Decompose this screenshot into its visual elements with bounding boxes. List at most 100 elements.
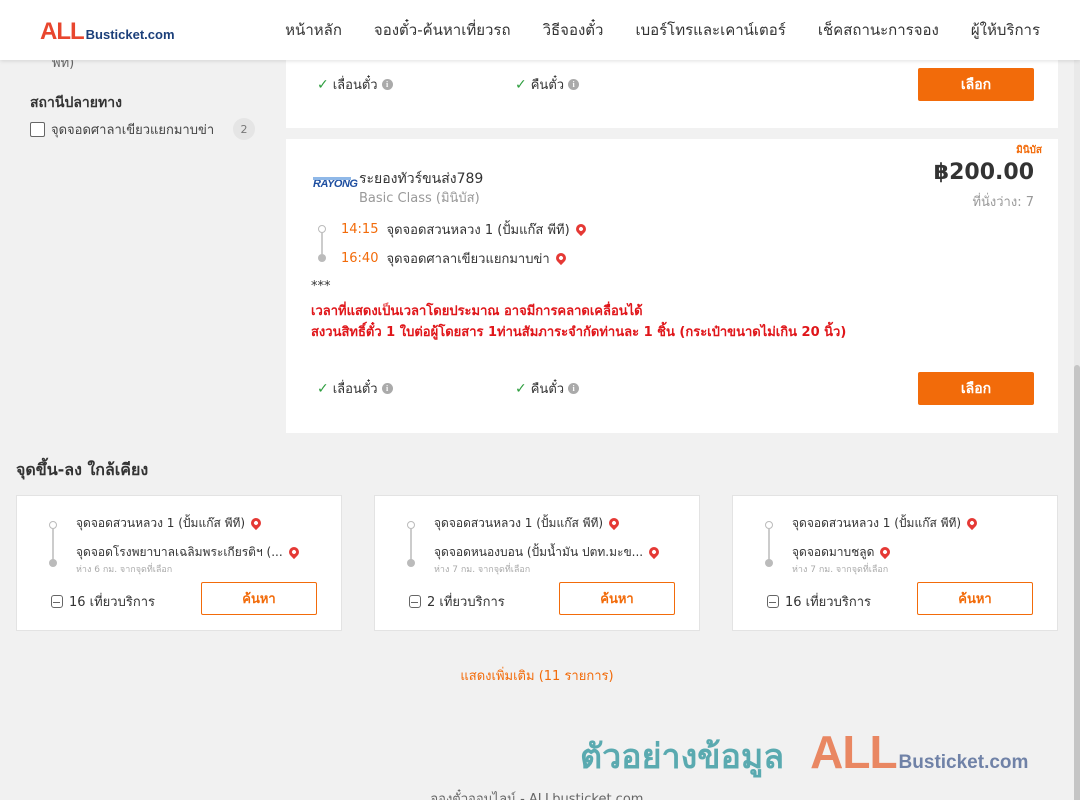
nearby-to-name: จุดจอดหนองบอน (ปั้มน้ำมัน ปตท.มะข... [434,545,644,559]
footer-text: จองตั๋วออนไลน์ - ALLbusticket.com [430,792,644,800]
note-stars: *** [311,279,331,294]
timeline-end-dot [49,559,57,567]
departure-stop-name: จุดจอดสวนหลวง 1 (ปั้มแก๊ส พีที) [386,223,570,238]
route-timeline [49,519,57,567]
feature-label: เลื่อนตั๋ว [332,78,378,93]
feature-change-ticket: ✓ เลื่อนตั๋ว i [317,378,393,399]
nearby-to: จุดจอดโรงพยาบาลเฉลิมพระเกียรติฯ (... [76,543,301,562]
timeline-start-dot [318,225,326,233]
info-icon[interactable]: i [568,383,580,394]
nearby-from: จุดจอดสวนหลวง 1 (ปั้มแก๊ส พีที) [76,514,264,533]
check-icon: ✓ [317,76,329,93]
check-icon: ✓ [317,380,329,397]
nearby-search-button[interactable]: ค้นหา [559,582,675,615]
timeline-line [52,529,54,561]
feature-refund-ticket: ✓ คืนตั๋ว i [515,378,580,399]
timeline-end-dot [765,559,773,567]
watermark-all-text: ALL [810,726,897,778]
watermark-sample-text: ตัวอย่างข้อมูล [580,737,785,777]
info-icon[interactable]: i [568,79,580,90]
nearby-card: จุดจอดสวนหลวง 1 (ปั้มแก๊ส พีที) จุดจอดโร… [16,495,342,631]
nearby-from: จุดจอดสวนหลวง 1 (ปั้มแก๊ส พีที) [434,514,622,533]
timeline-start-dot [407,521,415,529]
nearby-from-name: จุดจอดสวนหลวง 1 (ปั้มแก๊ส พีที) [792,516,962,530]
nearby-to: จุดจอดมาบชลูด [792,543,893,562]
page-scrollbar[interactable] [1074,60,1080,800]
site-logo[interactable]: ALL Busticket.com [40,18,175,46]
bus-class: Basic Class (มินิบัส) [359,191,480,206]
nav-contact-counter[interactable]: เบอร์โทรและเคาน์เตอร์ [635,18,785,42]
timeline-end-dot [318,254,326,262]
feature-change-ticket: ✓ เลื่อนตั๋ว i [317,74,393,95]
select-trip-button[interactable]: เลือก [918,372,1034,405]
bus-icon [409,595,421,608]
timeline-line [410,529,412,561]
nearby-trips-count: 2 เที่ยวบริการ [427,595,505,610]
destination-filter-option[interactable]: จุดจอดศาลาเขียวแยกมาบข่า 2 [30,118,255,140]
operator-logo: RAYONG [313,177,358,191]
timeline-start-dot [765,521,773,529]
nearby-from: จุดจอดสวนหลวง 1 (ปั้มแก๊ส พีที) [792,514,980,533]
scrollbar-thumb[interactable] [1074,365,1080,800]
nav-how-to-book[interactable]: วิธีจองตั๋ว [543,18,604,42]
bus-icon [767,595,779,608]
arrival-time: 16:40 [341,251,379,266]
check-icon: ✓ [515,76,527,93]
nearby-distance: ห่าง 7 กม. จากจุดที่เลือก [792,565,889,575]
operator-logo-bar [313,177,351,180]
nearby-search-button[interactable]: ค้นหา [201,582,317,615]
nearby-card: จุดจอดสวนหลวง 1 (ปั้มแก๊ส พีที) จุดจอดหน… [374,495,700,631]
arrival-stop-name: จุดจอดศาลาเขียวแยกมาบข่า [386,252,550,267]
nav-home[interactable]: หน้าหลัก [285,18,342,42]
select-trip-button[interactable]: เลือก [918,68,1034,101]
nearby-distance: ห่าง 6 กม. จากจุดที่เลือก [76,565,173,575]
nearby-from-name: จุดจอดสวนหลวง 1 (ปั้มแก๊ส พีที) [76,516,246,530]
destination-filter-count: 2 [233,118,255,140]
trip-card: มินิบัส RAYONG ระยองทัวร์ขนส่ง789 Basic … [286,139,1058,433]
map-pin-icon[interactable] [553,250,568,265]
nearby-card: จุดจอดสวนหลวง 1 (ปั้มแก๊ส พีที) จุดจอดมา… [732,495,1058,631]
main-nav: หน้าหลัก จองตั๋ว-ค้นหาเที่ยวรถ วิธีจองตั… [253,0,1040,60]
map-pin-icon[interactable] [878,544,893,559]
map-pin-icon[interactable] [286,544,301,559]
ticket-price: ฿200.00 [933,160,1034,185]
trip-card-previous: ✓ เลื่อนตั๋ว i ✓ คืนตั๋ว i เลือก [286,56,1058,128]
feature-label: คืนตั๋ว [530,78,565,93]
route-timeline [318,223,326,263]
map-pin-icon[interactable] [249,515,264,530]
nearby-trips-count: 16 เที่ยวบริการ [69,595,155,610]
nav-book-search[interactable]: จองตั๋ว-ค้นหาเที่ยวรถ [374,18,511,42]
watermark-busticket-text: Busticket.com [898,752,1029,773]
sample-watermark: ตัวอย่างข้อมูล ALL Busticket.com [580,725,1028,783]
feature-label: เลื่อนตั๋ว [332,382,378,397]
nearby-distance: ห่าง 7 กม. จากจุดที่เลือก [434,565,531,575]
nearby-to-name: จุดจอดโรงพยาบาลเฉลิมพระเกียรติฯ (... [76,545,283,559]
nav-operators[interactable]: ผู้ให้บริการ [971,18,1040,42]
bus-icon [51,595,63,608]
map-pin-icon[interactable] [647,544,662,559]
map-pin-icon[interactable] [965,515,980,530]
feature-label: คืนตั๋ว [530,382,565,397]
map-pin-icon[interactable] [573,221,588,236]
nearby-from-name: จุดจอดสวนหลวง 1 (ปั้มแก๊ส พีที) [434,516,604,530]
route-timeline [407,519,415,567]
arrival-stop: 16:40 จุดจอดศาลาเขียวแยกมาบข่า [341,248,568,269]
destination-filter-label: จุดจอดศาลาเขียวแยกมาบข่า [51,122,215,138]
top-header: ALL Busticket.com หน้าหลัก จองตั๋ว-ค้นหา… [0,0,1080,60]
info-icon[interactable]: i [381,79,393,90]
nearby-search-button[interactable]: ค้นหา [917,582,1033,615]
departure-stop: 14:15 จุดจอดสวนหลวง 1 (ปั้มแก๊ส พีที) [341,219,588,240]
show-more-link[interactable]: แสดงเพิ่มเติม (11 รายการ) [0,665,1074,686]
check-icon: ✓ [515,380,527,397]
nearby-to-name: จุดจอดมาบชลูด [792,545,875,559]
map-pin-icon[interactable] [607,515,622,530]
route-timeline [765,519,773,567]
destination-checkbox[interactable] [30,121,45,137]
timeline-start-dot [49,521,57,529]
logo-all-text: ALL [40,18,85,45]
nav-check-booking[interactable]: เช็คสถานะการจอง [818,18,939,42]
departure-time: 14:15 [341,222,379,237]
info-icon[interactable]: i [381,383,393,394]
timeline-line [321,233,323,254]
nearby-trips: 16 เที่ยวบริการ [51,591,155,612]
